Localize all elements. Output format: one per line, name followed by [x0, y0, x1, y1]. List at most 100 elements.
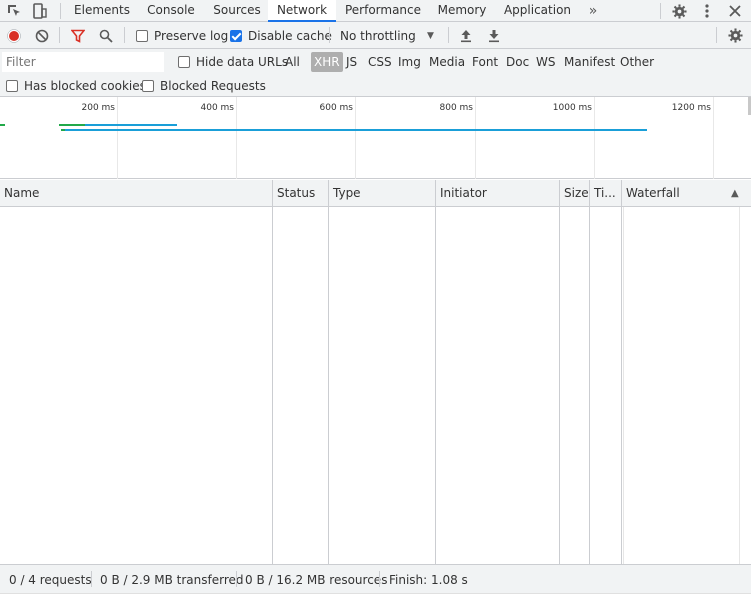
throttling-select[interactable]: No throttling ▼: [340, 22, 440, 49]
timeline-tick-label: 400 ms: [200, 103, 235, 113]
hide-data-urls-label: Hide data URLs: [196, 55, 289, 69]
status-divider: [379, 571, 380, 587]
blocked-requests-checkbox[interactable]: Blocked Requests: [142, 75, 266, 97]
has-blocked-cookies-box[interactable]: [6, 80, 18, 92]
tab-elements[interactable]: Elements: [71, 0, 133, 22]
timeline-tick-label: 1200 ms: [671, 103, 711, 113]
device-toolbar-icon[interactable]: [29, 0, 51, 22]
toolbar-divider: [448, 27, 449, 43]
sort-ascending-icon[interactable]: ▲: [731, 180, 739, 207]
blocked-requests-label: Blocked Requests: [160, 79, 266, 93]
filter-toggle-button[interactable]: [70, 22, 86, 49]
column-divider[interactable]: [589, 180, 590, 564]
status-resources: 0 B / 16.2 MB resources: [245, 572, 388, 587]
filter-type-all[interactable]: All: [285, 49, 300, 75]
tab-application[interactable]: Application: [500, 0, 575, 22]
settings-icon[interactable]: [668, 0, 690, 22]
record-button[interactable]: [6, 22, 22, 49]
search-icon: [99, 29, 113, 43]
network-settings-button[interactable]: [726, 22, 744, 49]
tab-memory[interactable]: Memory: [433, 0, 491, 22]
timeline-gridline: [594, 97, 595, 179]
drawer-resize-handle[interactable]: [0, 593, 751, 602]
more-tabs-icon[interactable]: »: [582, 0, 604, 22]
column-divider[interactable]: [328, 180, 329, 564]
tab-sources[interactable]: Sources: [208, 0, 266, 22]
filter-type-media[interactable]: Media: [429, 49, 465, 75]
preserve-log-box[interactable]: [136, 29, 148, 42]
filter-type-ws[interactable]: WS: [536, 49, 555, 75]
status-transferred: 0 B / 2.9 MB transferred: [100, 572, 244, 587]
inspect-element-icon[interactable]: [3, 0, 25, 22]
timeline-gridline: [475, 97, 476, 179]
timeline-tick-label: 1000 ms: [552, 103, 592, 113]
filter-input[interactable]: [2, 52, 164, 72]
tabbar-divider: [60, 3, 61, 19]
export-har-button[interactable]: [487, 22, 501, 49]
column-header-type[interactable]: Type: [329, 180, 436, 207]
network-overview-timeline[interactable]: 200 ms 400 ms 600 ms 800 ms 1000 ms 1200…: [0, 97, 751, 179]
tab-console[interactable]: Console: [141, 0, 201, 22]
devtools-tabbar: Elements Console Sources Network Perform…: [0, 0, 751, 22]
hide-data-urls-checkbox[interactable]: Hide data URLs: [178, 49, 288, 75]
waterfall-gridline: [739, 207, 740, 564]
column-header-time[interactable]: Ti...: [590, 180, 622, 207]
column-divider[interactable]: [435, 180, 436, 564]
filter-type-img[interactable]: Img: [398, 49, 421, 75]
filter-type-xhr[interactable]: XHR: [311, 52, 343, 72]
column-header-initiator[interactable]: Initiator: [436, 180, 560, 207]
tab-network[interactable]: Network: [268, 0, 336, 22]
filter-type-css[interactable]: CSS: [368, 49, 392, 75]
timeline-request-bar: [0, 124, 5, 126]
column-divider[interactable]: [621, 180, 622, 564]
has-blocked-cookies-label: Has blocked cookies: [24, 79, 146, 93]
disable-cache-checkbox[interactable]: Disable cache: [230, 22, 332, 49]
toolbar-divider: [59, 27, 60, 43]
filter-type-font[interactable]: Font: [472, 49, 498, 75]
column-header-size[interactable]: Size: [560, 180, 590, 207]
timeline-gridline: [117, 97, 118, 179]
search-button[interactable]: [98, 22, 114, 49]
status-finish: Finish: 1.08 s: [389, 572, 468, 587]
clear-icon: [35, 29, 49, 42]
timeline-request-bar: [85, 124, 177, 126]
gear-icon: [727, 28, 743, 43]
status-divider: [236, 571, 237, 587]
network-status-bar: 0 / 4 requests 0 B / 2.9 MB transferred …: [0, 564, 751, 593]
download-icon: [489, 29, 499, 42]
column-divider[interactable]: [272, 180, 273, 564]
close-icon[interactable]: [724, 0, 746, 22]
column-header-name[interactable]: Name: [0, 180, 273, 207]
filter-type-js[interactable]: JS: [346, 49, 357, 75]
waterfall-gridline: [623, 207, 624, 564]
tab-performance[interactable]: Performance: [343, 0, 423, 22]
timeline-tick-label: 600 ms: [319, 103, 354, 113]
tabbar-divider: [660, 3, 661, 19]
filter-type-manifest[interactable]: Manifest: [564, 49, 615, 75]
column-header-waterfall[interactable]: Waterfall: [622, 180, 722, 207]
more-options-icon[interactable]: [696, 0, 718, 22]
filter-type-other[interactable]: Other: [620, 49, 654, 75]
preserve-log-label: Preserve log: [154, 28, 229, 43]
preserve-log-checkbox[interactable]: Preserve log: [136, 22, 228, 49]
timeline-request-bar: [59, 124, 85, 126]
toolbar-divider: [124, 27, 125, 43]
blocked-requests-box[interactable]: [142, 80, 154, 92]
column-divider[interactable]: [559, 180, 560, 564]
column-header-status[interactable]: Status: [273, 180, 329, 207]
timeline-gridline: [713, 97, 714, 179]
clear-button[interactable]: [34, 22, 50, 49]
hide-data-urls-box[interactable]: [178, 56, 190, 68]
timeline-gridline: [236, 97, 237, 179]
upload-icon: [461, 29, 471, 42]
filter-bar: Hide data URLs All XHR JS CSS Img Media …: [0, 49, 751, 75]
timeline-request-bar: [65, 129, 647, 131]
filter-type-doc[interactable]: Doc: [506, 49, 529, 75]
status-requests: 0 / 4 requests: [9, 572, 92, 587]
toolbar-divider: [716, 27, 717, 43]
import-har-button[interactable]: [459, 22, 473, 49]
disable-cache-box[interactable]: [230, 29, 242, 42]
toolbar-divider: [329, 27, 330, 43]
network-toolbar: Preserve log Disable cache No throttling…: [0, 22, 751, 49]
has-blocked-cookies-checkbox[interactable]: Has blocked cookies: [6, 75, 146, 97]
